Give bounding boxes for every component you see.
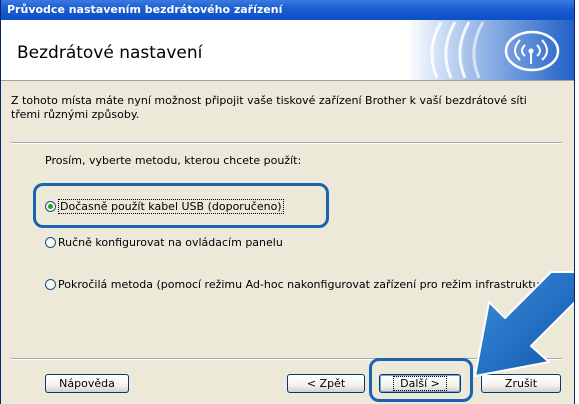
option-label: Ručně konfigurovat na ovládacím panelu <box>58 236 283 249</box>
radio-button-icon[interactable] <box>45 279 56 290</box>
intro-text: Z tohoto místa máte nyní možnost připoji… <box>11 94 527 121</box>
window-title: Průvodce nastavením bezdrátového zařízen… <box>1 0 574 20</box>
highlight-callout <box>33 183 329 228</box>
back-button-label: < Zpět <box>306 377 346 390</box>
wizard-header: Bezdrátové nastavení <box>1 20 574 81</box>
highlight-callout <box>369 358 473 402</box>
wizard-window: Průvodce nastavením bezdrátového zařízen… <box>0 0 575 404</box>
option-control-panel[interactable]: Ručně konfigurovat na ovládacím panelu <box>45 235 283 251</box>
method-prompt: Prosím, vyberte metodu, kterou chcete po… <box>45 154 302 167</box>
back-button[interactable]: < Zpět <box>287 374 365 393</box>
wireless-signal-icon <box>407 20 574 80</box>
help-button[interactable]: Nápověda <box>45 374 129 393</box>
radio-button-icon[interactable] <box>45 237 56 248</box>
arrow-pointer-icon <box>474 271 574 377</box>
help-button-label: Nápověda <box>59 377 115 390</box>
page-title: Bezdrátové nastavení <box>17 43 203 63</box>
divider <box>11 142 562 144</box>
